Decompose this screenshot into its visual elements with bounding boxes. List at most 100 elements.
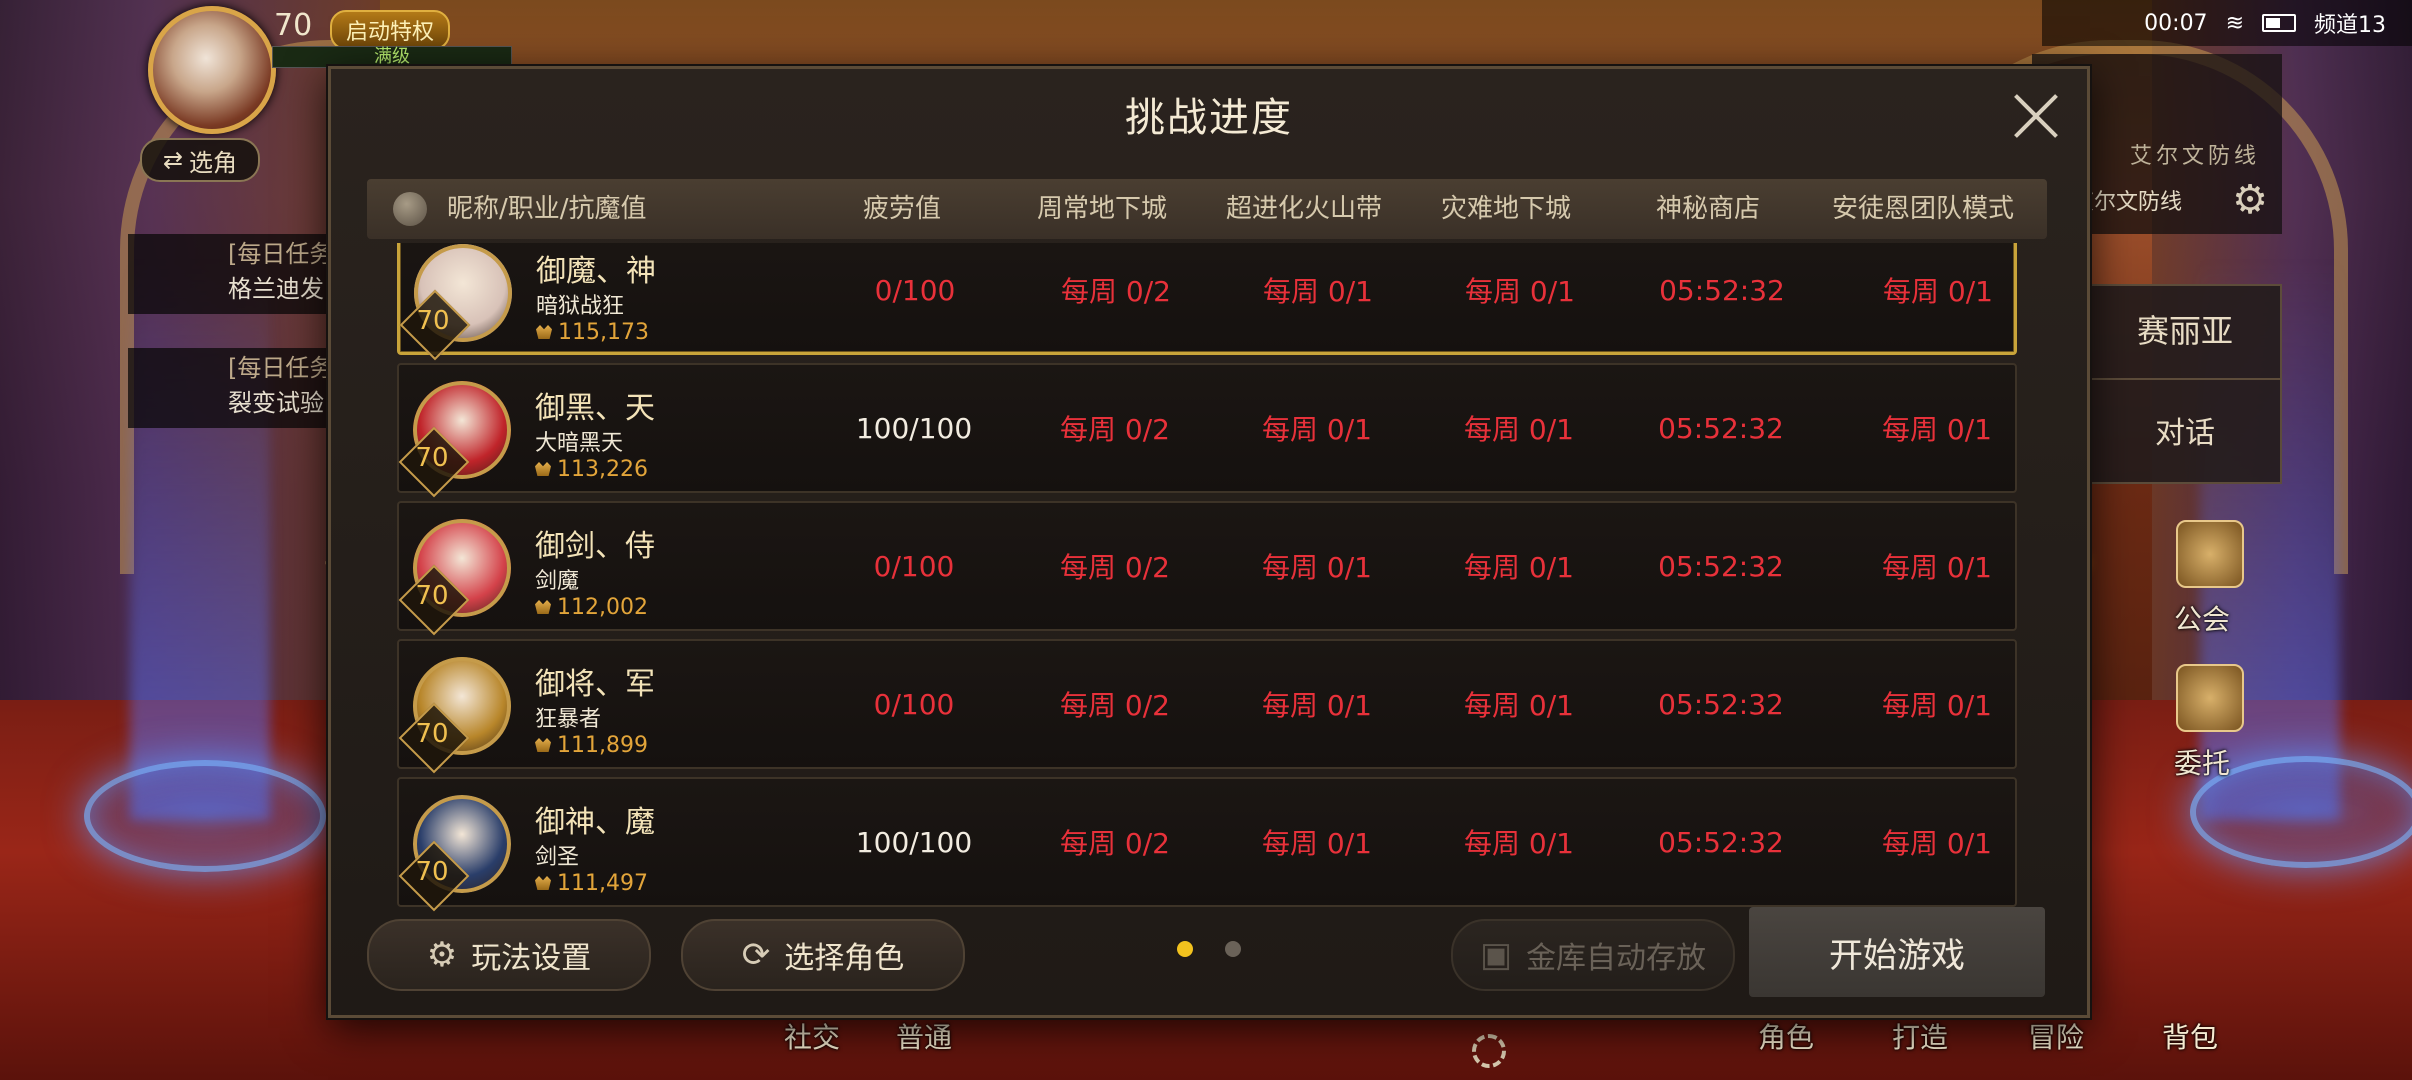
character-level: 70 <box>415 443 449 473</box>
character-class: 剑魔 <box>535 569 580 594</box>
volcano-cell: 每周 0/1 <box>1262 413 1372 446</box>
disaster-cell: 每周 0/1 <box>1464 551 1574 584</box>
disaster-cell: 每周 0/1 <box>1464 413 1574 446</box>
bottom-normal[interactable]: 普通 <box>896 1016 952 1056</box>
anti-magic-value: 112,002 <box>535 595 648 620</box>
button-label: 选择角色 <box>784 941 905 976</box>
divider <box>2090 378 2280 380</box>
character-class: 剑圣 <box>535 845 580 870</box>
gear-icon[interactable] <box>1472 1034 1506 1068</box>
guild-icon[interactable] <box>2176 520 2244 588</box>
table-header: 昵称/职业/抗魔值 疲劳值 周常地下城 超进化火山带 灾难地下城 神秘商店 安徒… <box>367 179 2047 239</box>
anti-magic-value: 113,226 <box>535 457 648 482</box>
vault-auto-store-button[interactable]: ▣ 金库自动存放 <box>1451 919 1735 991</box>
commission-icon[interactable] <box>2176 664 2244 732</box>
mystic-shop-cell: 05:52:32 <box>1659 273 1785 307</box>
anton-raid-cell: 每周 0/1 <box>1882 551 1992 584</box>
npc-name[interactable]: 赛丽亚 <box>2090 306 2280 352</box>
gear-icon: ⚙ <box>426 935 458 975</box>
gameplay-settings-button[interactable]: ⚙ 玩法设置 <box>367 919 651 991</box>
character-row[interactable]: 70 御剑、侍 剑魔 112,002 0/100 每周 0/2 每周 0/1 每周 0/1 05… <box>397 501 2017 636</box>
side-label-commission: 委托 <box>2174 747 2231 780</box>
fatigue-cell: 100/100 <box>855 825 973 859</box>
character-class: 暗狱战狂 <box>536 294 625 319</box>
character-row[interactable]: 70 御神、魔 剑圣 111,497 100/100 每周 0/2 每周 0/1 每周 0/1… <box>397 777 2017 912</box>
crown-icon <box>535 462 551 476</box>
player-level: 70 <box>274 8 313 43</box>
user-swap-icon: ⟳ <box>741 935 771 975</box>
fatigue-cell: 0/100 <box>873 687 955 721</box>
fatigue-cell: 0/100 <box>874 273 956 307</box>
crown-icon <box>535 876 551 890</box>
volcano-cell: 每周 0/1 <box>1262 689 1372 722</box>
col-volcano: 超进化火山带 <box>1225 194 1382 224</box>
clock: 00:07 <box>2144 10 2208 36</box>
anton-raid-cell: 每周 0/1 <box>1883 275 1993 308</box>
vault-icon: ▣ <box>1479 935 1513 975</box>
disaster-cell: 每周 0/1 <box>1464 689 1574 722</box>
bottom-adventure[interactable]: 冒险 <box>2028 1016 2084 1056</box>
start-game-button[interactable]: 开始游戏 <box>1749 907 2045 997</box>
disaster-cell: 每周 0/1 <box>1465 275 1575 308</box>
button-label: 金库自动存放 <box>1526 941 1707 976</box>
anti-magic-value: 115,173 <box>536 320 649 345</box>
npc-interaction-menu: 赛丽亚 对话 <box>2088 284 2282 484</box>
weekly-dungeon-cell: 每周 0/2 <box>1060 689 1170 722</box>
character-level: 70 <box>415 581 449 611</box>
fatigue-cell: 100/100 <box>855 411 973 445</box>
magic-circle <box>84 760 326 872</box>
bottom-bag[interactable]: 背包 <box>2162 1016 2218 1056</box>
volcano-cell: 每周 0/1 <box>1263 275 1373 308</box>
col-disaster: 灾难地下城 <box>1440 194 1571 224</box>
character-row[interactable]: 70 御黑、天 大暗黑天 113,226 100/100 每周 0/2 每周 0/1 每周 0… <box>397 363 2017 498</box>
col-weekly-dungeon: 周常地下城 <box>1036 194 1167 224</box>
character-row[interactable]: 70 御魔、神 暗狱战狂 115,173 0/100 每周 0/2 每周 0/1 每周 0/1… <box>397 243 2017 361</box>
volcano-cell: 每周 0/1 <box>1262 551 1372 584</box>
anton-raid-cell: 每周 0/1 <box>1882 827 1992 860</box>
wifi-icon: ≋ <box>2225 10 2244 36</box>
system-status-bar: 00:07 ≋ 频道13 <box>2042 0 2412 46</box>
player-avatar[interactable] <box>148 6 276 134</box>
dialog-title: 挑战进度 <box>1125 95 1293 141</box>
power-number: 111,899 <box>557 733 648 758</box>
character-level: 70 <box>415 857 449 887</box>
page-indicator-active[interactable] <box>1177 941 1193 957</box>
power-number: 113,226 <box>557 457 648 482</box>
select-character-button[interactable]: ⟳ 选择角色 <box>681 919 965 991</box>
weekly-dungeon-cell: 每周 0/2 <box>1060 827 1170 860</box>
character-nickname: 御将、军 <box>535 667 655 702</box>
battery-icon <box>2262 14 2296 32</box>
anti-magic-value: 111,899 <box>535 733 648 758</box>
bottom-craft[interactable]: 打造 <box>1892 1016 1948 1056</box>
character-class: 狂暴者 <box>535 707 602 732</box>
character-row[interactable]: 70 御将、军 狂暴者 111,899 0/100 每周 0/2 每周 0/1 每周 0/1 0… <box>397 639 2017 774</box>
weekly-dungeon-cell: 每周 0/2 <box>1061 275 1171 308</box>
privilege-badge[interactable]: 启动特权 <box>330 10 451 50</box>
gear-icon[interactable]: ⚙ <box>2222 176 2278 224</box>
crown-icon <box>535 738 551 752</box>
channel: 频道13 <box>2314 13 2386 38</box>
bottom-character[interactable]: 角色 <box>1758 1016 1814 1056</box>
power-number: 115,173 <box>558 320 649 345</box>
character-nickname: 御魔、神 <box>536 254 656 289</box>
bottom-social[interactable]: 社交 <box>784 1016 840 1056</box>
npc-talk-button[interactable]: 对话 <box>2090 408 2280 452</box>
col-anton-raid: 安徒恩团队模式 <box>1831 194 2014 224</box>
switch-character-button[interactable]: ⇄ 选角 <box>140 138 260 182</box>
close-button[interactable] <box>2011 91 2061 141</box>
switch-label: 选角 <box>189 148 238 177</box>
crown-icon <box>536 325 552 339</box>
character-class: 大暗黑天 <box>535 431 624 456</box>
character-list: 70 御魔、神暗狱战狂 115,173 0/100 每周 0/2 每周 0/1 每周 0/1… <box>397 243 2017 951</box>
character-nickname: 御神、魔 <box>535 805 655 840</box>
mystic-shop-cell: 05:52:32 <box>1658 825 1784 859</box>
anton-raid-cell: 每周 0/1 <box>1882 689 1992 722</box>
page-indicator[interactable] <box>1225 941 1241 957</box>
swap-icon: ⇄ <box>162 146 184 174</box>
power-number: 112,002 <box>557 595 648 620</box>
col-nickname: 昵称/职业/抗魔值 <box>447 194 647 224</box>
challenge-progress-dialog: 挑战进度 昵称/职业/抗魔值 疲劳值 周常地下城 超进化火山带 灾难地下城 神秘… <box>328 66 2090 1018</box>
col-fatigue: 疲劳值 <box>862 194 941 224</box>
col-mystic-shop: 神秘商店 <box>1655 194 1760 224</box>
fatigue-cell: 0/100 <box>873 549 955 583</box>
